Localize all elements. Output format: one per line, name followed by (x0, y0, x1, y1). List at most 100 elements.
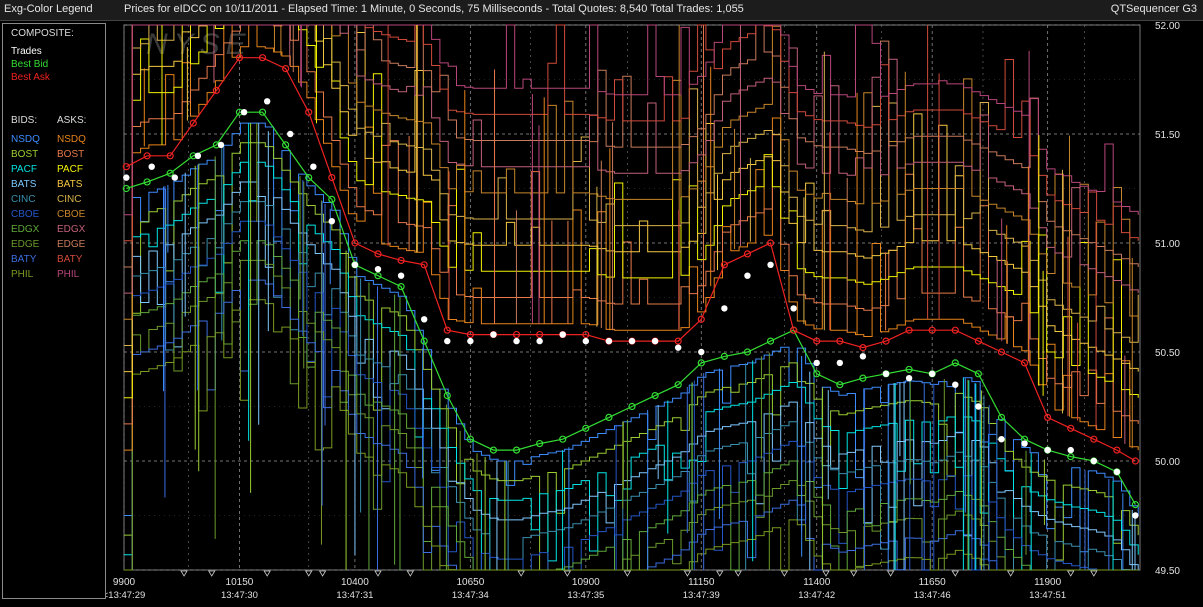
trade-point (698, 348, 705, 356)
x-tick-label: 10650 (456, 577, 484, 588)
trade-point (444, 337, 451, 345)
trade-point (240, 109, 248, 116)
trade-point (605, 337, 613, 345)
y-tick-label: 50.50 (1155, 348, 1180, 359)
trade-point (536, 337, 543, 345)
trade-point (123, 174, 130, 181)
title-bar: Exg-Color Legend Prices for eIDCC on 10/… (0, 0, 1203, 21)
trade-point (374, 265, 382, 273)
trade-point (351, 261, 359, 268)
ask-exchange-item: BOST (57, 149, 85, 160)
trade-point (328, 218, 336, 225)
app-name: QTSequencer G3 (1110, 3, 1197, 15)
trade-point (582, 337, 590, 345)
trade-point (1067, 446, 1074, 454)
trade-point (813, 359, 820, 367)
ask-exchange-item: EDGE (57, 239, 86, 250)
ask-exchange-item: BATY (57, 254, 83, 265)
y-tick-label: 51.50 (1155, 130, 1180, 141)
x-time-label: 13:47:46 (914, 590, 951, 601)
bid-exchange-item: BATY (11, 254, 37, 265)
y-tick-label: 51.00 (1155, 239, 1180, 250)
trade-point (859, 353, 867, 360)
x-time-label: 13:47:51 (1029, 590, 1066, 601)
trade-point (490, 331, 497, 338)
x-tick-label: 10400 (341, 577, 369, 588)
x-tick-label: 10150 (226, 577, 254, 588)
x-tick-label: 10900 (572, 577, 600, 588)
exchange-color-legend: COMPOSITE: Trades Best Bid Best Ask BIDS: ASK… (2, 23, 106, 599)
x-tick-label: 11400 (803, 577, 831, 588)
trade-point (171, 174, 178, 181)
x-tick-label: 11900 (1034, 577, 1062, 588)
trade-point (651, 337, 659, 345)
trade-point (1090, 457, 1098, 465)
trade-point (148, 163, 155, 170)
trade-point (836, 359, 844, 367)
bid-exchange-item: PHIL (11, 269, 34, 280)
trade-point (975, 403, 982, 410)
trade-point (998, 436, 1005, 443)
trade-point (310, 163, 317, 170)
trade-point (559, 331, 566, 338)
trade-point (263, 98, 271, 105)
trade-point (513, 337, 520, 345)
trade-point (287, 130, 294, 138)
trade-point (744, 272, 751, 279)
ask-exchange-item: CINC (57, 194, 82, 205)
bid-exchange-item: PACF (11, 164, 37, 175)
legend-title: Exg-Color Legend (4, 3, 93, 15)
composite-item: Trades (11, 46, 42, 57)
x-time-label: <13:47:29 (106, 590, 145, 601)
bids-header: BIDS: (11, 115, 38, 126)
trade-point (467, 337, 474, 345)
trade-point (1132, 512, 1139, 519)
x-time-label: 13:47:39 (683, 590, 720, 601)
trade-point (397, 272, 405, 279)
composite-header: COMPOSITE: (11, 28, 74, 39)
bid-exchange-item: EDGE (11, 239, 40, 250)
x-tick-label: 9900 (113, 577, 136, 588)
ask-exchange-item: NSDQ (57, 134, 86, 145)
trade-point (1044, 446, 1051, 454)
ask-exchange-item: BATS (57, 179, 83, 190)
trade-point (721, 305, 728, 312)
x-time-label: 13:47:30 (221, 590, 258, 601)
ask-exchange-item: EDGX (57, 224, 86, 235)
trade-point (928, 370, 936, 377)
x-time-label: 13:47:31 (336, 590, 373, 601)
x-time-label: 13:47:35 (567, 590, 604, 601)
trade-point (420, 316, 428, 323)
y-tick-label: 50.00 (1155, 457, 1180, 468)
trade-point (767, 261, 774, 268)
bid-exchange-item: EDGX (11, 224, 40, 235)
ask-exchange-item: CBOE (57, 209, 86, 220)
trade-point (882, 370, 890, 377)
trade-point (217, 141, 225, 149)
bid-exchange-item: CINC (11, 194, 36, 205)
composite-item: Best Ask (11, 72, 50, 83)
price-chart: NYSE49.5050.0050.5051.0051.5052.009900<1… (106, 22, 1203, 607)
trade-point (952, 381, 959, 388)
ask-exchange-item: PHIL (57, 269, 80, 280)
asks-header: ASKS: (57, 115, 87, 126)
trade-point (194, 152, 202, 159)
y-tick-label: 52.00 (1155, 22, 1180, 32)
trade-point (1021, 440, 1028, 447)
ask-exchange-item: PACF (57, 164, 83, 175)
trade-point (674, 344, 682, 351)
trade-point (628, 337, 636, 345)
trade-point (1113, 468, 1121, 476)
x-tick-label: 11650 (919, 577, 947, 588)
chart-header: Prices for eIDCC on 10/11/2011 - Elapsed… (124, 3, 744, 15)
y-tick-label: 49.50 (1155, 566, 1180, 577)
x-time-label: 13:47:34 (452, 590, 489, 601)
bid-exchange-item: NSDQ (11, 134, 40, 145)
x-tick-label: 11150 (688, 577, 715, 588)
bid-exchange-item: BATS (11, 179, 37, 190)
bid-exchange-item: BOST (11, 149, 39, 160)
trade-point (905, 374, 913, 382)
bid-exchange-item: CBOE (11, 209, 40, 220)
composite-item: Best Bid (11, 59, 49, 70)
trade-point (790, 305, 797, 312)
